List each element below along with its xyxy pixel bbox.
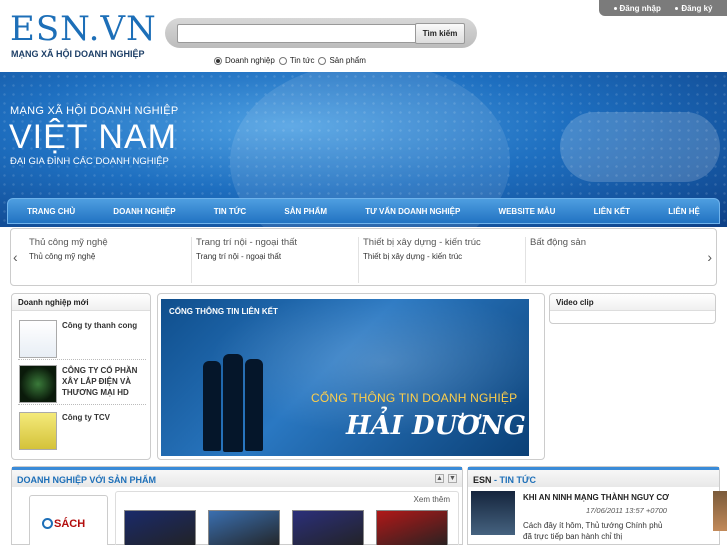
radio-doanh-nghiep[interactable]: Doanh nghiệp — [214, 56, 275, 65]
category-title[interactable]: Thiết bị xây dựng - kiến trúc — [363, 237, 525, 249]
banner-line2: VIỆT NAM — [9, 118, 177, 156]
panel-title: DOANH NGHIỆP VỚI SẢN PHẨM — [17, 475, 157, 485]
panel-header: ESN - TIN TỨC — [468, 467, 719, 487]
news-date: 17/06/2011 13:57 +0700 — [586, 506, 667, 515]
nav-san-pham[interactable]: SẢN PHẨM — [284, 207, 327, 216]
banner-line1: MẠNG XÃ HỘI DOANH NGHIỆP — [10, 105, 179, 117]
nav-lien-ket[interactable]: LIÊN KẾT — [594, 207, 630, 216]
banner-line3: ĐẠI GIA ĐÌNH CÁC DOANH NGHIỆP — [10, 156, 169, 167]
logo-ring-icon — [42, 518, 53, 529]
category-sub[interactable]: Thiết bị xây dựng - kiến trúc — [363, 251, 525, 262]
company-name[interactable]: Công ty thanh cong — [62, 320, 146, 331]
list-item[interactable]: CÔNG TY CỔ PHẦN XÂY LẮP ĐIỆN VÀ THƯƠNG M… — [18, 361, 146, 405]
category-carousel: ‹ Thủ công mỹ nghệ Thủ công mỹ nghệ Tran… — [10, 228, 717, 286]
nav-tu-van[interactable]: TƯ VẤN DOANH NGHIỆP — [365, 207, 460, 216]
chevron-left-icon[interactable]: ‹ — [13, 249, 18, 265]
site-tagline: MẠNG XÃ HỘI DOANH NGHIỆP — [11, 49, 145, 59]
category-item[interactable]: Thủ công mỹ nghệ Thủ công mỹ nghệ — [29, 237, 192, 283]
radio-tin-tuc[interactable]: Tin tức — [278, 56, 314, 65]
news-thumbnail[interactable] — [471, 491, 515, 535]
panel-title: Video clip — [550, 294, 715, 311]
search-button[interactable]: Tìm kiếm — [415, 23, 465, 44]
nav-tin-tuc[interactable]: TIN TỨC — [214, 207, 246, 216]
portal-link-panel: CỔNG THÔNG TIN LIÊN KẾT CỔNG THÔNG TIN D… — [157, 293, 545, 460]
company-thumbnail[interactable] — [19, 412, 57, 450]
portal-label: CỔNG THÔNG TIN LIÊN KẾT — [169, 307, 278, 316]
company-thumbnail[interactable] — [19, 365, 57, 403]
nav-lien-he[interactable]: LIÊN HỆ — [668, 207, 700, 216]
book-cover[interactable] — [124, 510, 196, 545]
category-item[interactable]: Bất động sản — [530, 237, 693, 283]
category-title[interactable]: Bất động sản — [530, 237, 693, 249]
nav-doanh-nghiep[interactable]: DOANH NGHIỆP — [113, 207, 175, 216]
news-thumbnail-2[interactable] — [713, 491, 727, 531]
register-link[interactable]: Đăng ký — [675, 4, 712, 13]
view-more-link[interactable]: Xem thêm — [414, 495, 450, 504]
search-input[interactable] — [177, 24, 417, 43]
header: ESN.VN MẠNG XÃ HỘI DOANH NGHIỆP Tìm kiếm… — [0, 0, 727, 72]
new-businesses-panel: Doanh nghiệp mới Công ty thanh cong CÔNG… — [11, 293, 151, 460]
person-silhouette — [203, 361, 221, 451]
brand-card[interactable]: SÁCH — [29, 495, 108, 545]
search-scope: Doanh nghiệp Tin tức Sản phẩm — [214, 56, 366, 65]
main-nav: TRANG CHỦ DOANH NGHIỆP TIN TỨC SẢN PHẨM … — [7, 198, 720, 224]
nav-trang-chu[interactable]: TRANG CHỦ — [27, 207, 75, 216]
business-products-panel: DOANH NGHIỆP VỚI SẢN PHẨM ▲ ▼ SÁCH Xem t… — [11, 466, 463, 545]
category-item[interactable]: Trang trí nội - ngoại thất Trang trí nội… — [196, 237, 359, 283]
panel-header: DOANH NGHIỆP VỚI SẢN PHẨM ▲ ▼ — [12, 467, 462, 487]
brand-logo: SÁCH — [42, 518, 85, 530]
book-cover[interactable] — [376, 510, 448, 545]
company-thumbnail[interactable] — [19, 320, 57, 358]
news-panel: ESN - TIN TỨC KHI AN NINH MẠNG THÀNH NGU… — [467, 466, 727, 545]
search-bar: Tìm kiếm — [165, 18, 477, 48]
company-name[interactable]: Công ty TCV — [62, 412, 146, 423]
category-title[interactable]: Trang trí nội - ngoại thất — [196, 237, 358, 249]
portal-banner-image[interactable]: CỔNG THÔNG TIN LIÊN KẾT CỔNG THÔNG TIN D… — [161, 299, 529, 456]
radio-checked-icon — [214, 56, 222, 65]
scroll-down-icon[interactable]: ▼ — [448, 474, 457, 483]
category-item[interactable]: Thiết bị xây dựng - kiến trúc Thiết bị x… — [363, 237, 526, 283]
portal-subtitle: HẢI DƯƠNG — [346, 411, 526, 441]
video-clip-panel: Video clip — [549, 293, 716, 324]
site-logo[interactable]: ESN.VN — [10, 12, 157, 46]
category-sub[interactable]: Thủ công mỹ nghệ — [29, 251, 191, 262]
list-item[interactable]: Công ty thanh cong — [18, 316, 146, 360]
news-headline[interactable]: KHI AN NINH MẠNG THÀNH NGUY CƠ — [523, 493, 669, 502]
panel-title-prefix: ESN — [473, 475, 492, 485]
category-title[interactable]: Thủ công mỹ nghệ — [29, 237, 191, 249]
list-item[interactable]: Công ty TCV — [18, 408, 146, 452]
bullet-icon — [675, 6, 679, 10]
login-link[interactable]: Đăng nhập — [613, 4, 661, 13]
account-bar: Đăng nhập Đăng ký — [599, 0, 727, 16]
portal-title: CỔNG THÔNG TIN DOANH NGHIỆP — [311, 391, 518, 405]
product-strip: Xem thêm — [115, 491, 459, 545]
company-name[interactable]: CÔNG TY CỔ PHẦN XÂY LẮP ĐIỆN VÀ THƯƠNG M… — [62, 365, 146, 398]
person-silhouette — [245, 359, 263, 451]
book-cover[interactable] — [292, 510, 364, 545]
news-summary: Cách đây ít hôm, Thủ tướng Chính phủ đã … — [523, 521, 663, 541]
handshake-graphic — [560, 112, 720, 182]
radio-san-pham[interactable]: Sản phẩm — [318, 56, 366, 65]
panel-title: Doanh nghiệp mới — [12, 294, 150, 311]
radio-icon — [318, 56, 327, 65]
chevron-right-icon[interactable]: › — [707, 249, 712, 265]
person-silhouette — [223, 354, 243, 452]
nav-website-mau[interactable]: WEBSITE MẪU — [499, 207, 556, 216]
book-cover[interactable] — [208, 510, 280, 545]
bullet-icon — [613, 6, 617, 10]
category-sub[interactable]: Trang trí nội - ngoại thất — [196, 251, 358, 262]
panel-title: TIN TỨC — [499, 475, 536, 485]
radio-icon — [278, 56, 287, 65]
scroll-up-icon[interactable]: ▲ — [435, 474, 444, 483]
